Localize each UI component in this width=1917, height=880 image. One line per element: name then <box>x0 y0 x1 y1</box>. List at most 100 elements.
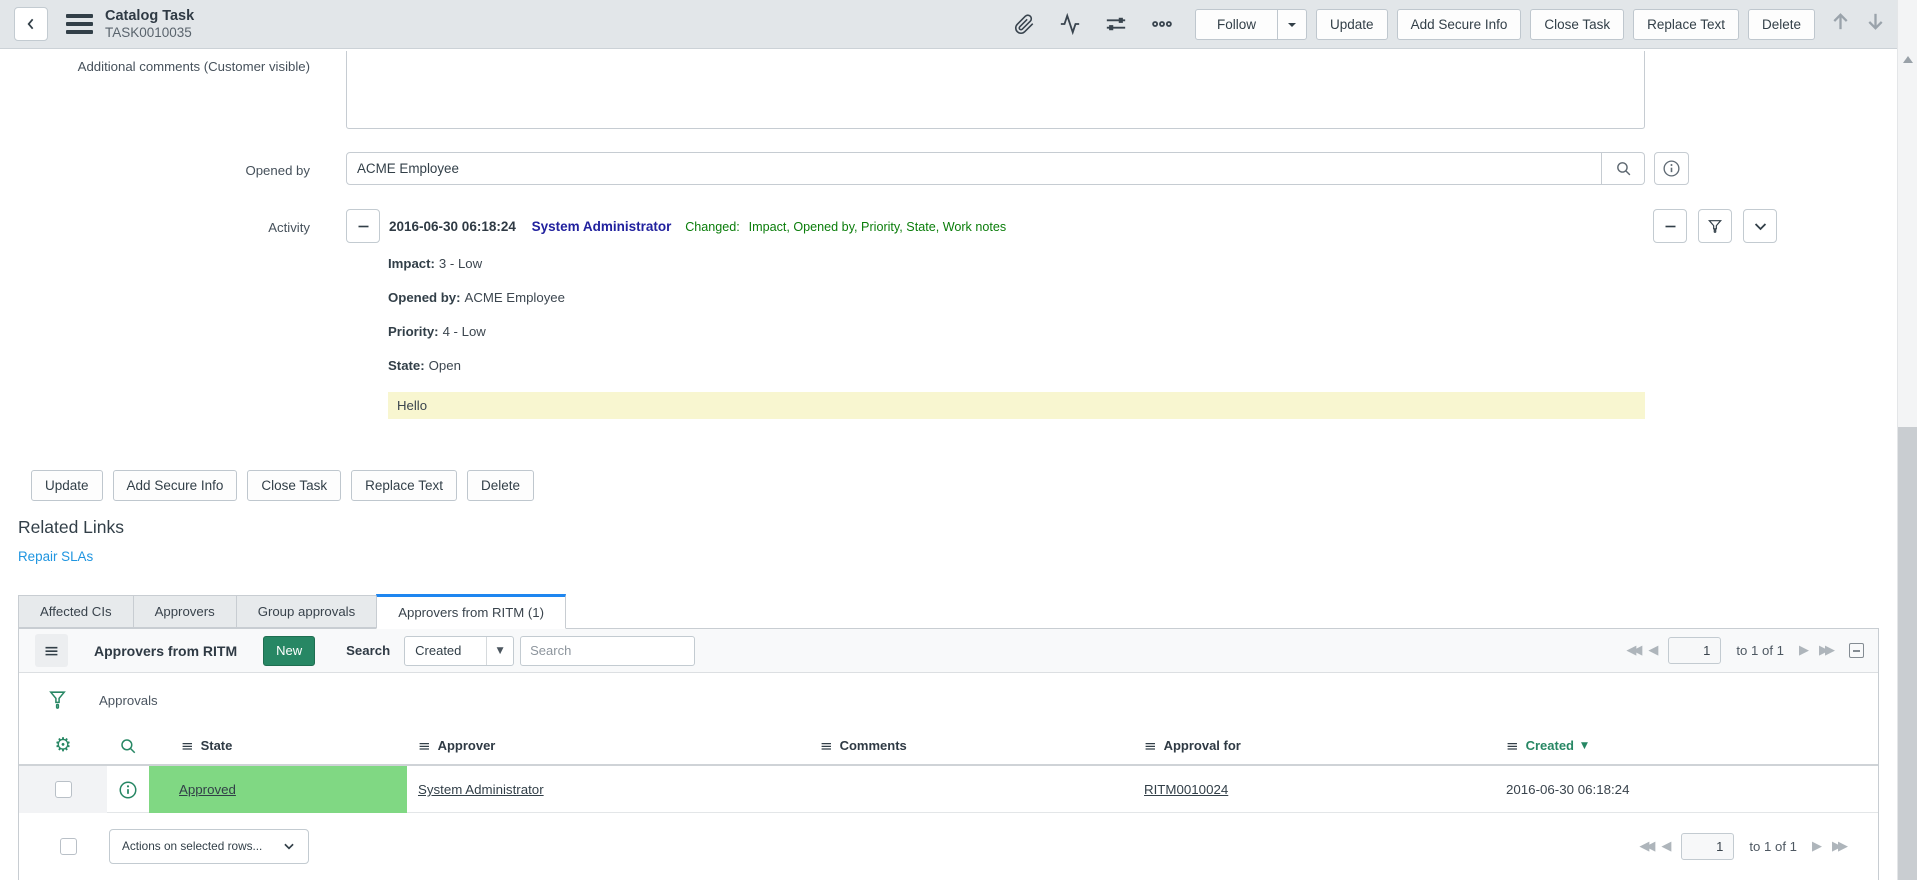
table-row: Approved System Administrator RITM001002… <box>19 766 1878 813</box>
opened-by-label: Opened by <box>245 163 310 178</box>
list-context-menu-icon[interactable]: ≡ <box>35 634 68 667</box>
next-page-icon[interactable]: ▶ <box>1812 840 1822 853</box>
list-header-bar: ≡ Approvers from RITM New Search Created… <box>19 629 1878 673</box>
list-title: Approvers from RITM <box>94 642 238 659</box>
next-page-icon[interactable]: ▶ <box>1799 644 1809 657</box>
attachment-icon[interactable] <box>1013 13 1035 35</box>
collapse-activity-button[interactable] <box>1653 209 1687 243</box>
close-task-button[interactable]: Close Task <box>247 470 342 501</box>
comments-cell <box>814 766 1138 813</box>
list-search-label: Search <box>346 643 391 658</box>
select-all-checkbox[interactable] <box>60 837 77 855</box>
activity-section: Activity 2016-06-30 06:18:24 System Admi… <box>0 209 1897 419</box>
list-search-input[interactable] <box>520 635 696 666</box>
column-header-approval-for[interactable]: ≡ Approval for <box>1138 737 1498 755</box>
delete-button[interactable]: Delete <box>466 470 534 501</box>
new-record-button[interactable]: New <box>263 635 316 666</box>
main-content: Catalog Task TASK0010035 Follow Update A… <box>0 0 1897 880</box>
last-page-icon[interactable]: ▶▶ <box>1832 840 1848 853</box>
column-header-state[interactable]: ≡ State <box>149 737 407 755</box>
record-number: TASK0010035 <box>105 24 192 40</box>
update-button[interactable]: Update <box>31 470 103 501</box>
collapse-entry-button[interactable] <box>346 209 380 243</box>
page-number-input[interactable] <box>1681 832 1735 860</box>
state-cell: Approved <box>149 766 407 813</box>
created-cell: 2016-06-30 06:18:24 <box>1506 782 1630 797</box>
activity-stream-icon[interactable] <box>1059 13 1081 35</box>
work-note-text: Hello <box>388 392 1645 419</box>
activity-user-link[interactable]: System Administrator <box>532 219 672 234</box>
opened-by-info-button[interactable] <box>1654 152 1689 185</box>
filter-funnel-icon[interactable] <box>48 690 67 711</box>
first-page-icon[interactable]: ◀◀ <box>1639 840 1655 853</box>
personalize-form-icon[interactable] <box>1105 13 1127 35</box>
activity-changed-fields: Impact, Opened by, Priority, State, Work… <box>748 219 1007 234</box>
additional-comments-textarea[interactable] <box>346 51 1645 129</box>
follow-split-button: Follow <box>1195 8 1308 40</box>
activity-detail: Opened by: ACME Employee <box>388 290 565 305</box>
follow-button[interactable]: Follow <box>1195 8 1279 40</box>
page-number-input[interactable] <box>1668 637 1722 664</box>
page-title: Catalog Task <box>105 7 195 24</box>
activity-expand-button[interactable] <box>1743 209 1777 243</box>
column-header-approver[interactable]: ≡ Approver <box>407 737 814 755</box>
search-column-select[interactable]: Created ▼ <box>404 635 515 666</box>
previous-record-icon[interactable] <box>1829 10 1852 38</box>
delete-button[interactable]: Delete <box>1747 8 1815 40</box>
form-context-menu-icon[interactable] <box>66 14 93 34</box>
next-record-icon[interactable] <box>1864 10 1887 38</box>
activity-details: Impact: 3 - Low Opened by: ACME Employee P… <box>388 256 1645 419</box>
close-task-button[interactable]: Close Task <box>1530 8 1625 40</box>
funnel-icon <box>1708 220 1722 233</box>
approver-link[interactable]: System Administrator <box>418 782 544 797</box>
activity-detail: Priority: 4 - Low <box>388 324 486 339</box>
sort-descending-icon: ▼ <box>1581 740 1588 751</box>
approver-cell: System Administrator <box>407 766 814 813</box>
scrollbar-up-arrow[interactable] <box>1903 56 1913 63</box>
approval-for-link[interactable]: RITM0010024 <box>1144 782 1228 797</box>
repair-slas-link[interactable]: Repair SLAs <box>18 549 93 564</box>
pagination-range-text: to 1 of 1 <box>1749 838 1797 854</box>
back-button[interactable] <box>14 7 48 41</box>
breadcrumb[interactable]: Approvals <box>99 693 158 708</box>
last-page-icon[interactable]: ▶▶ <box>1819 644 1835 657</box>
chevron-down-icon <box>1754 222 1766 230</box>
first-page-icon[interactable]: ◀◀ <box>1626 644 1642 657</box>
chevron-left-icon <box>27 18 34 30</box>
add-secure-info-button[interactable]: Add Secure Info <box>112 470 238 501</box>
additional-comments-row: Additional comments (Customer visible) <box>0 51 1897 134</box>
replace-text-button[interactable]: Replace Text <box>351 470 457 501</box>
previous-page-icon[interactable]: ◀ <box>1648 644 1658 657</box>
column-menu-icon: ≡ <box>820 736 833 755</box>
actions-on-selected-rows-select[interactable]: Actions on selected rows... <box>109 828 309 864</box>
tab-approvers[interactable]: Approvers <box>132 595 236 628</box>
record-title-block: Catalog Task TASK0010035 <box>105 7 194 42</box>
update-button[interactable]: Update <box>1316 8 1388 40</box>
tab-group-approvals[interactable]: Group approvals <box>235 595 377 628</box>
column-header-comments[interactable]: ≡ Comments <box>814 737 1138 755</box>
opened-by-input[interactable] <box>346 152 1602 185</box>
tab-affected-cis[interactable]: Affected CIs <box>18 595 133 628</box>
activity-detail: Impact: 3 - Low <box>388 256 483 271</box>
add-secure-info-button[interactable]: Add Secure Info <box>1396 8 1522 40</box>
row-info-icon[interactable] <box>118 780 138 800</box>
follow-dropdown-button[interactable] <box>1277 8 1308 40</box>
tab-approvers-from-ritm[interactable]: Approvers from RITM (1) <box>376 594 567 629</box>
previous-page-icon[interactable]: ◀ <box>1661 840 1671 853</box>
minus-icon <box>1665 225 1675 227</box>
column-search-icon[interactable] <box>119 737 137 755</box>
approvers-list-card: ≡ Approvers from RITM New Search Created… <box>18 628 1879 880</box>
replace-text-button[interactable]: Replace Text <box>1633 8 1739 40</box>
more-options-icon[interactable] <box>1151 13 1173 35</box>
collapse-list-icon[interactable] <box>1849 643 1864 658</box>
opened-by-lookup-button[interactable] <box>1602 152 1645 185</box>
column-header-created[interactable]: ≡ Created ▼ <box>1498 737 1878 755</box>
activity-filter-button[interactable] <box>1698 209 1732 243</box>
row-checkbox[interactable] <box>54 781 72 798</box>
activity-controls <box>1653 209 1777 243</box>
list-personalize-gear-icon[interactable]: ⚙ <box>54 736 71 755</box>
activity-timestamp: 2016-06-30 06:18:24 <box>389 218 516 234</box>
scrollbar-thumb[interactable] <box>1898 427 1917 880</box>
state-link[interactable]: Approved <box>179 782 236 797</box>
activity-header: 2016-06-30 06:18:24 System Administrator… <box>346 209 1777 243</box>
